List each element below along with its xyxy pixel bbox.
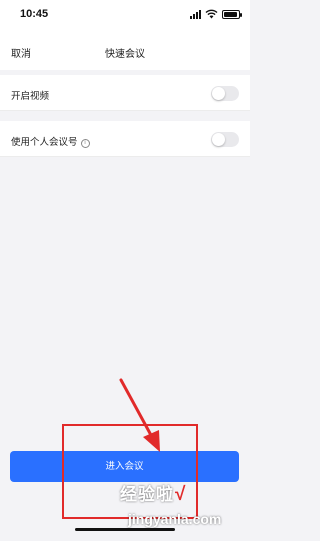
watermark-text: 经验啦 — [120, 485, 174, 504]
watermark-check: √ — [175, 484, 186, 505]
home-indicator — [75, 528, 175, 531]
watermark-url: jingyanla.com — [128, 511, 222, 527]
watermark: 经验啦√ — [120, 480, 185, 506]
